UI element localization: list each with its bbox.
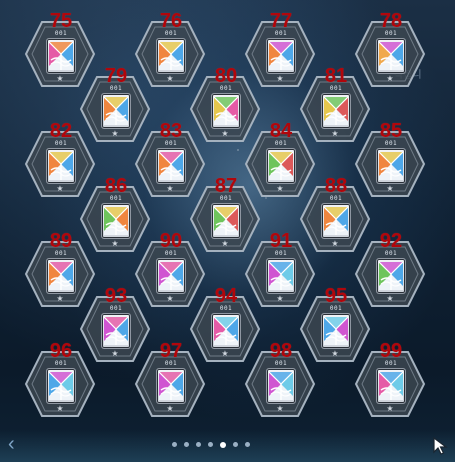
card-emblem-icon [101,93,131,129]
emblem-art [104,97,128,125]
card-emblem-icon [101,203,131,239]
slot-number: 94 [214,285,238,307]
slot-number: 81 [324,65,348,87]
emblem-art [324,207,348,235]
slot-number: 84 [269,120,293,142]
slot-number: 99 [379,340,403,362]
collection-slot[interactable]: 001 ★ 96 [24,340,96,420]
card-emblem-icon [321,93,351,129]
slot-number: 80 [214,65,238,87]
card-emblem-icon [101,313,131,349]
card-emblem-icon [266,258,296,294]
slot-number: 93 [104,285,128,307]
emblem-art [104,317,128,345]
card-emblem-icon [156,368,186,404]
emblem-art [324,317,348,345]
emblem-art [49,262,73,290]
slot-number: 87 [214,175,238,197]
slot-number: 76 [159,10,183,32]
card-emblem-icon [376,38,406,74]
page-dot[interactable] [184,442,189,447]
card-emblem-icon [266,148,296,184]
card-emblem-icon [376,368,406,404]
page-dot[interactable] [220,441,226,448]
page-dot[interactable] [196,442,201,447]
card-emblem-icon [156,38,186,74]
emblem-art [214,207,238,235]
slot-number: 95 [324,285,348,307]
card-emblem-icon [46,38,76,74]
slot-number: 97 [159,340,183,362]
slot-number: 91 [269,230,293,252]
card-emblem-icon [321,203,351,239]
star-icon: ★ [166,404,174,413]
card-emblem-icon [46,148,76,184]
page-dot[interactable] [208,442,213,447]
star-icon: ★ [56,404,64,413]
card-emblem-icon [156,258,186,294]
emblem-art [379,152,403,180]
page-dot[interactable] [172,442,177,447]
page-indicator [172,441,250,448]
collection-slot[interactable]: 001 ★ 99 [354,340,426,420]
collection-slot[interactable]: 001 ★ 97 [134,340,206,420]
card-emblem-icon [376,258,406,294]
card-emblem-icon [266,368,296,404]
chevron-left-icon[interactable]: ‹ [8,434,15,454]
card-emblem-icon [46,258,76,294]
collection-grid-screen: 삭집니 001★75001★76001★77001★78001★79001★80… [0,0,455,462]
card-emblem-icon [211,313,241,349]
card-emblem-icon [211,93,241,129]
emblem-art [159,152,183,180]
emblem-art [269,42,293,70]
emblem-art [49,372,73,400]
emblem-art [104,207,128,235]
star-icon: ★ [386,404,394,413]
slot-number: 96 [49,340,73,362]
slot-number: 88 [324,175,348,197]
emblem-art [269,262,293,290]
emblem-art [379,372,403,400]
emblem-art [159,262,183,290]
cursor-arrow-icon[interactable] [431,436,451,456]
collection-slot[interactable]: 001 ★ 98 [244,340,316,420]
card-emblem-icon [156,148,186,184]
slot-number: 75 [49,10,73,32]
emblem-art [379,262,403,290]
card-emblem-icon [46,368,76,404]
slot-number: 82 [49,120,73,142]
slot-number: 83 [159,120,183,142]
card-emblem-icon [376,148,406,184]
emblem-art [269,152,293,180]
page-dot[interactable] [245,442,250,447]
slot-number: 77 [269,10,293,32]
emblem-art [214,97,238,125]
slot-number: 89 [49,230,73,252]
emblem-art [159,42,183,70]
page-dot[interactable] [233,442,238,447]
emblem-art [269,372,293,400]
emblem-art [324,97,348,125]
slot-number: 78 [379,10,403,32]
slot-number: 90 [159,230,183,252]
emblem-art [214,317,238,345]
slot-number: 98 [269,340,293,362]
card-emblem-icon [266,38,296,74]
emblem-art [49,42,73,70]
slot-number: 79 [104,65,128,87]
emblem-art [159,372,183,400]
slot-number: 92 [379,230,403,252]
star-icon: ★ [276,404,284,413]
emblem-art [379,42,403,70]
card-emblem-icon [321,313,351,349]
card-emblem-icon [211,203,241,239]
slot-number: 85 [379,120,403,142]
slot-number: 86 [104,175,128,197]
emblem-art [49,152,73,180]
